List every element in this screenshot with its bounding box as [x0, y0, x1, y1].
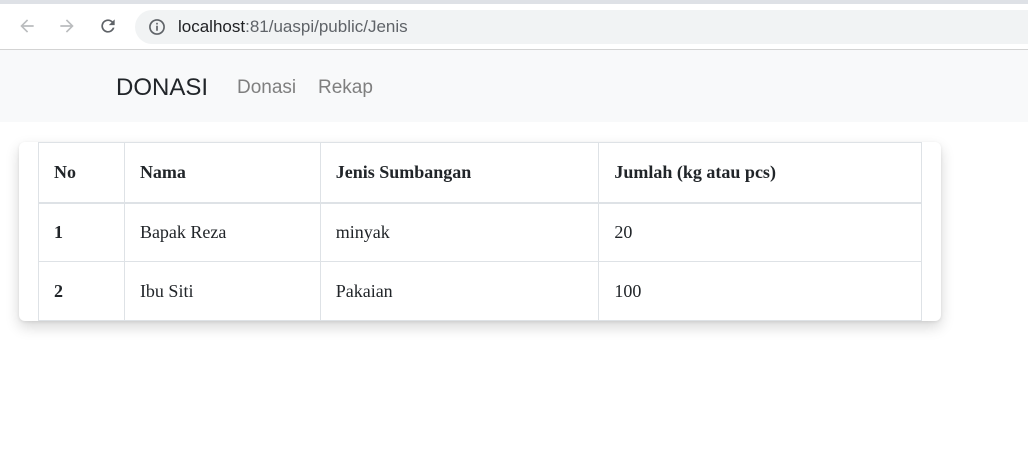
cell-nama: Ibu Siti	[123, 261, 321, 321]
cell-no: 2	[38, 261, 125, 321]
arrow-right-icon	[60, 19, 74, 33]
cell-jumlah: 20	[598, 202, 922, 262]
donation-table: No Nama Jenis Sumbangan Jumlah (kg atau …	[38, 142, 922, 321]
column-header-jenis-sumbangan: Jenis Sumbangan	[319, 142, 600, 204]
column-header-no: No	[38, 142, 125, 204]
table-row: 2 Ibu Siti Pakaian 100	[38, 261, 922, 321]
table-card: No Nama Jenis Sumbangan Jumlah (kg atau …	[19, 142, 941, 321]
forward-button[interactable]	[55, 14, 79, 38]
cell-nama: Bapak Reza	[123, 202, 321, 262]
nav-link-rekap[interactable]: Rekap	[318, 76, 373, 100]
cell-jenis-sumbangan: Pakaian	[319, 261, 600, 321]
table-header-row: No Nama Jenis Sumbangan Jumlah (kg atau …	[38, 142, 922, 204]
back-button[interactable]	[15, 14, 39, 38]
arrow-left-icon	[20, 19, 34, 33]
info-icon[interactable]	[147, 17, 167, 37]
navbar: DONASI Donasi Rekap	[0, 50, 1028, 122]
url-path: :81/uaspi/public/Jenis	[245, 17, 408, 36]
column-header-nama: Nama	[123, 142, 321, 204]
cell-jumlah: 100	[598, 261, 922, 321]
nav-link-donasi[interactable]: Donasi	[237, 76, 296, 100]
cell-no: 1	[38, 202, 125, 262]
table-row: 1 Bapak Reza minyak 20	[38, 202, 922, 262]
url-host: localhost	[178, 17, 246, 36]
cell-jenis-sumbangan: minyak	[319, 202, 600, 262]
address-bar[interactable]: localhost:81/uaspi/public/Jenis	[135, 10, 1028, 44]
brand-link[interactable]: DONASI	[116, 74, 208, 102]
column-header-jumlah: Jumlah (kg atau pcs)	[598, 142, 922, 204]
browser-toolbar: localhost:81/uaspi/public/Jenis	[0, 4, 1028, 50]
reload-icon	[101, 19, 115, 33]
reload-button[interactable]	[96, 14, 120, 38]
url-text[interactable]: localhost:81/uaspi/public/Jenis	[178, 18, 408, 36]
